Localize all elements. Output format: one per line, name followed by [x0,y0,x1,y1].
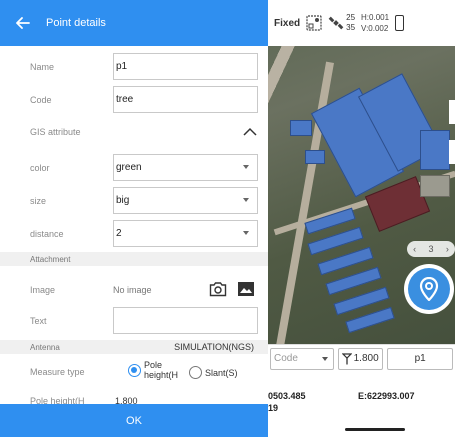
distance-label: distance [30,229,64,239]
north-coordinate: 0503.485 [268,391,306,401]
antenna-section-label: Antenna [30,342,60,352]
ok-button-label: OK [126,414,142,427]
receiver-icon[interactable] [306,15,322,31]
code-label: Code [30,95,52,105]
code-select-placeholder: Code [274,353,298,364]
camera-button[interactable] [209,280,227,298]
north-coordinate-cont: 19 [268,403,279,413]
locate-button[interactable] [404,264,454,314]
color-select-value: green [116,162,142,173]
battery-icon [395,15,405,31]
east-coordinate: E:622993.007 [358,391,415,401]
satellites-used: 25 [346,13,356,22]
chevron-down-icon [243,165,249,169]
text-input[interactable] [113,307,258,334]
gis-attribute-label: GIS attribute [30,127,81,137]
gnss-status-bar: Fixed 25 35 H:0.001 V:0.002 [268,0,455,46]
zoom-level-pill[interactable]: ‹ 3 › [407,241,455,257]
back-button[interactable] [0,0,46,46]
chevron-down-icon [243,198,249,202]
satellites-total: 35 [346,23,356,32]
size-select[interactable]: big [113,187,258,214]
arrow-left-icon [16,17,30,29]
pole-icon [341,352,352,364]
color-select[interactable]: green [113,154,258,181]
radio-slant-label: Slant(S) [205,367,238,378]
image-label: Image [30,285,56,295]
size-select-value: big [116,195,130,206]
radio-pole-height-indicator[interactable] [128,363,141,377]
gallery-icon [238,282,254,296]
home-indicator [345,428,405,431]
code-select[interactable]: Code [270,347,334,370]
color-label: color [30,163,50,173]
zoom-level: 3 [428,244,434,254]
map-bottom-toolbar: Code 1.800 p1 [268,344,455,372]
map-building [290,120,312,136]
pole-height-button[interactable]: 1.800 [337,347,384,370]
measure-type-label: Measure type [30,367,85,377]
map-building [345,306,395,334]
satellite-icon [328,16,344,30]
chevron-up-icon[interactable] [243,127,257,137]
gallery-button[interactable] [237,280,255,298]
camera-icon [209,282,227,297]
size-label: size [30,196,47,206]
map-building [420,130,450,170]
panel-header: Point details [0,0,268,46]
location-pin-icon [419,277,439,301]
chevron-down-icon [321,356,328,361]
antenna-model: SIMULATION(NGS) [174,342,254,352]
image-value: No image [113,285,152,295]
chevron-left-icon[interactable]: ‹ [413,244,416,254]
radio-slant-indicator[interactable] [189,366,202,379]
antenna-section-header: Antenna SIMULATION(NGS) [0,340,268,354]
h-precision: H:0.001 [361,13,390,22]
point-name-value: p1 [414,353,426,364]
chevron-right-icon[interactable]: › [446,244,449,254]
radio-pole-height[interactable]: Pole height(H [128,360,184,380]
point-details-panel: Point details Name Code GIS attribute co… [0,0,268,437]
satellite-count[interactable]: 25 35 [328,13,355,33]
page-title: Point details [46,17,106,29]
ok-button[interactable]: OK [0,404,268,437]
attachment-section-header: Attachment [0,252,268,266]
map-side-tab[interactable] [449,140,455,164]
radio-pole-height-label: Pole height(H [144,360,179,380]
map-building [420,175,450,197]
fix-status: Fixed [274,17,301,29]
gis-attribute-header[interactable]: GIS attribute [0,119,268,145]
code-input[interactable] [113,86,258,113]
chevron-down-icon [243,231,249,235]
name-input[interactable] [113,53,258,80]
distance-select[interactable]: 2 [113,220,258,247]
precision-readout: H:0.001 V:0.002 [361,12,389,34]
point-name-field[interactable]: p1 [387,347,453,370]
pole-height-value: 1.800 [353,353,379,364]
name-label: Name [30,62,55,72]
radio-slant[interactable]: Slant(S) [189,366,238,379]
text-label: Text [30,316,47,326]
v-precision: V:0.002 [361,24,389,33]
map-building [305,150,325,164]
distance-select-value: 2 [116,228,122,239]
attachment-section-label: Attachment [30,254,71,264]
map-side-tab[interactable] [449,100,455,124]
